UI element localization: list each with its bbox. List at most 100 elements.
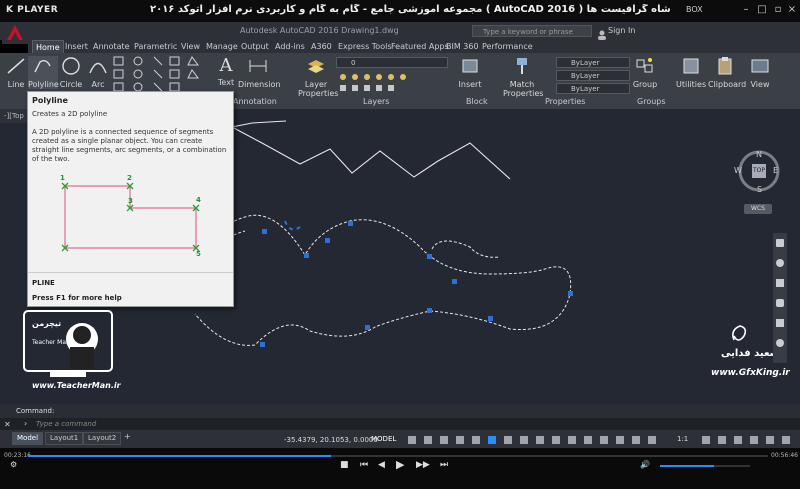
point-label-2: 2 — [127, 174, 132, 182]
badge-sub: Teacher Man — [32, 339, 70, 346]
maximize-icon[interactable]: □ — [756, 4, 768, 16]
tab-view[interactable]: View — [178, 40, 203, 53]
polyline-tooltip: Polyline Creates a 2D polyline A 2D poly… — [27, 91, 234, 307]
tab-express-tools[interactable]: Express Tools — [335, 40, 395, 53]
tab-layout1[interactable]: Layout1 — [45, 432, 84, 445]
minimize-icon[interactable]: – — [740, 4, 752, 16]
previous-icon[interactable]: ⏮ — [360, 460, 368, 470]
box-button[interactable]: BOX — [686, 5, 703, 14]
tab-bim-360[interactable]: BIM 360 — [443, 40, 482, 53]
line-label: Line — [7, 80, 25, 89]
circle-icon — [62, 57, 80, 75]
match-properties-tool[interactable]: Match Properties — [503, 56, 544, 98]
tooltip-description: A 2D polyline is a connected sequence of… — [32, 128, 227, 163]
layer-tool-icons[interactable] — [338, 72, 448, 94]
tab-manage[interactable]: Manage — [203, 40, 241, 53]
utilities-tool[interactable]: Utilities — [676, 56, 706, 89]
annotation-scale[interactable]: 1:1 — [677, 435, 688, 443]
text-tool[interactable]: A Text — [214, 56, 238, 88]
command-history — [0, 404, 800, 418]
tab-add-ins[interactable]: Add-ins — [272, 40, 308, 53]
polyline-tool[interactable]: Polyline — [28, 56, 59, 89]
insert-tool[interactable]: Insert — [457, 56, 483, 89]
settings-icon[interactable]: ⚙ — [10, 460, 17, 469]
pin-icon[interactable]: ▫ — [772, 4, 784, 16]
tooltip-divider — [28, 272, 233, 273]
lineweight-dropdown[interactable]: ByLayer — [556, 70, 630, 81]
circle-tool[interactable]: Circle — [58, 56, 84, 89]
next-icon[interactable]: ⏭ — [440, 460, 448, 470]
view-tool[interactable]: View — [746, 56, 774, 89]
user-icon[interactable] — [597, 25, 607, 40]
wcs-menu[interactable]: WCS — [744, 204, 772, 214]
volume-level — [660, 465, 714, 467]
stop-icon[interactable]: ■ — [340, 460, 349, 470]
tab-model[interactable]: Model — [12, 432, 44, 445]
modify-tool-icons[interactable] — [112, 55, 212, 93]
block-panel-title[interactable]: Block — [466, 97, 488, 106]
tooltip-command: PLINE — [32, 279, 55, 287]
tab-a360[interactable]: A360 — [308, 40, 335, 53]
match-properties-label: Match Properties — [503, 80, 544, 98]
text-label: Text — [217, 78, 235, 87]
clipboard-label: Clipboard — [708, 80, 747, 89]
color-dropdown[interactable]: ByLayer — [556, 57, 630, 68]
command-line[interactable] — [0, 418, 800, 430]
player-logo: K PLAYER — [6, 5, 59, 15]
linetype-dropdown[interactable]: ByLayer — [556, 83, 630, 94]
sign-in-link[interactable]: Sign In — [608, 26, 635, 35]
polyline-diagram — [61, 182, 200, 252]
arc-tool[interactable]: Arc — [86, 56, 110, 89]
search-input[interactable]: Type a keyword or phrase — [472, 25, 592, 37]
tab-home[interactable]: Home — [32, 40, 64, 54]
add-layout-button[interactable]: + — [124, 432, 131, 441]
volume-icon[interactable]: 🔊 — [640, 460, 650, 469]
layers-panel-title[interactable]: Layers — [363, 97, 389, 106]
tab-annotate[interactable]: Annotate — [90, 40, 133, 53]
forward-icon[interactable]: ▶▶ — [416, 460, 430, 470]
tab-performance[interactable]: Performance — [479, 40, 536, 53]
tab-output[interactable]: Output — [238, 40, 272, 53]
point-label-4: 4 — [196, 196, 201, 204]
point-label-5: 5 — [196, 250, 201, 258]
tab-parametric[interactable]: Parametric — [131, 40, 180, 53]
group-tool[interactable]: Group — [632, 56, 658, 89]
ribbon-tabs: Home Insert Annotate Parametric View Man… — [28, 40, 800, 54]
point-label-1: 1 — [60, 174, 65, 182]
viewcube-top[interactable]: TOP — [752, 164, 766, 178]
wrench-icon[interactable]: ✕ — [4, 420, 11, 429]
tab-layout2[interactable]: Layout2 — [83, 432, 122, 445]
point-label-3: 3 — [128, 197, 133, 205]
arc-icon — [89, 62, 107, 74]
compass-west[interactable]: W — [734, 166, 742, 175]
command-input[interactable]: Type a command — [36, 420, 96, 428]
autocad-app-icon[interactable] — [2, 22, 28, 44]
circle-label: Circle — [59, 80, 83, 89]
navigation-bar[interactable] — [773, 233, 787, 363]
clipboard-tool[interactable]: Clipboard — [708, 56, 747, 89]
dimension-tool[interactable]: Dimension — [238, 56, 281, 89]
clipboard-icon — [718, 57, 732, 75]
compass-north[interactable]: N — [756, 150, 762, 159]
groups-panel-title[interactable]: Groups — [637, 97, 666, 106]
status-tray-icons[interactable] — [700, 434, 796, 446]
tooltip-help: Press F1 for more help — [32, 294, 122, 302]
tab-insert[interactable]: Insert — [62, 40, 91, 53]
layer-properties-tool[interactable]: Layer Properties — [298, 56, 338, 98]
model-space-button[interactable]: MODEL — [371, 435, 396, 443]
annotation-panel-title[interactable]: Annotation — [233, 97, 277, 106]
play-icon[interactable]: ▶ — [396, 458, 404, 471]
video-title: مجموعه آموزشی جامع - گام به گام و کاربرد… — [150, 4, 670, 15]
compass-south[interactable]: S — [757, 185, 762, 194]
compass-east[interactable]: E — [773, 166, 778, 175]
status-toggle-icons[interactable] — [406, 434, 676, 446]
properties-panel-title[interactable]: Properties — [545, 97, 585, 106]
seek-progress — [28, 455, 332, 457]
line-tool[interactable]: Line — [4, 56, 28, 89]
dimension-label: Dimension — [238, 80, 281, 89]
layer-dropdown[interactable]: 0 — [336, 57, 448, 68]
close-icon[interactable]: × — [786, 4, 798, 16]
view-icon — [751, 59, 769, 73]
window-title: Autodesk AutoCAD 2016 Drawing1.dwg — [240, 26, 399, 35]
rewind-icon[interactable]: ◀ — [378, 460, 385, 470]
